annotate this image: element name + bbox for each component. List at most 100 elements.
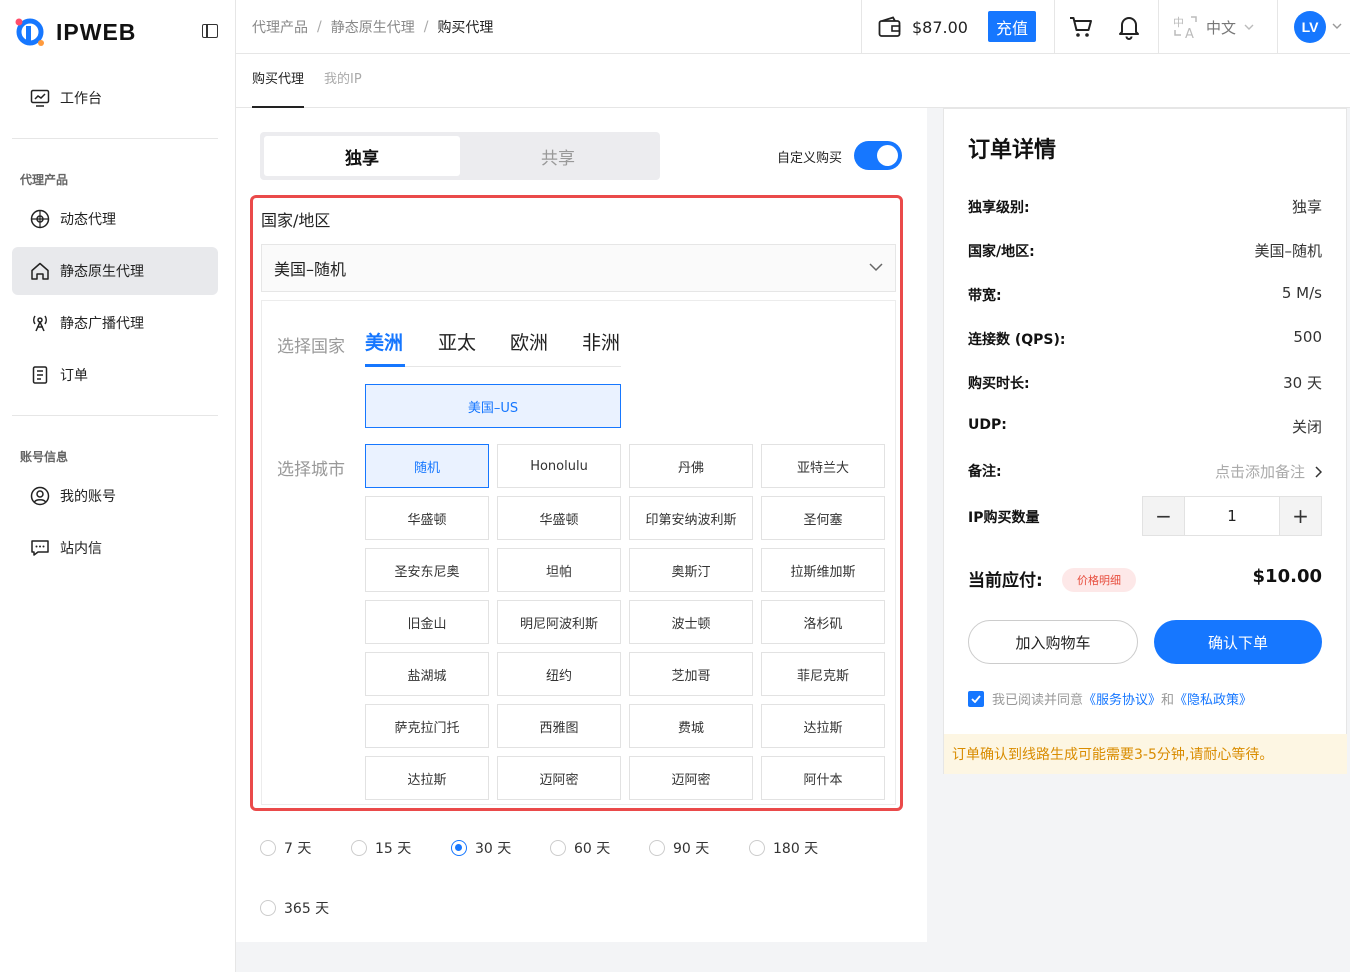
sidebar-item-workbench[interactable]: 工作台	[12, 74, 218, 122]
chevron-down-icon	[869, 263, 883, 272]
city-option[interactable]: 随机	[365, 444, 489, 488]
duration-option[interactable]: 7 天	[260, 838, 311, 858]
city-option[interactable]: 阿什本	[761, 756, 885, 800]
city-option[interactable]: 圣何塞	[761, 496, 885, 540]
sidebar-item-label: 静态广播代理	[60, 316, 144, 332]
sidebar-divider	[12, 415, 218, 416]
city-option[interactable]: 波士顿	[629, 600, 753, 644]
sub-tabs: 购买代理 我的IP	[236, 54, 1350, 108]
translate-icon: 中A	[1173, 16, 1197, 40]
city-option[interactable]: 印第安纳波利斯	[629, 496, 753, 540]
quantity-label: IP购买数量	[968, 510, 1040, 526]
city-option[interactable]: 西雅图	[497, 704, 621, 748]
breadcrumb-item[interactable]: 代理产品	[252, 17, 308, 37]
city-option[interactable]: 华盛顿	[365, 496, 489, 540]
sidebar-collapse-icon[interactable]	[202, 24, 218, 38]
country-option-us[interactable]: 美国–US	[365, 384, 621, 428]
region-select-value: 美国–随机	[274, 260, 347, 279]
city-option[interactable]: 洛杉矶	[761, 600, 885, 644]
duration-option[interactable]: 60 天	[550, 838, 610, 858]
sidebar-item-label: 站内信	[60, 541, 102, 557]
order-row-value: 关闭	[1291, 418, 1322, 436]
brand-logo[interactable]: IPWEB	[12, 14, 136, 50]
city-option[interactable]: 华盛顿	[497, 496, 621, 540]
decrement-button[interactable]: −	[1143, 497, 1184, 535]
sidebar-item-dynamic-proxy[interactable]: 动态代理	[12, 195, 218, 243]
bell-icon[interactable]	[1116, 14, 1142, 40]
add-note-link[interactable]: 点击添加备注	[1215, 461, 1322, 482]
city-option[interactable]: 奥斯汀	[629, 548, 753, 592]
monitor-icon	[30, 89, 50, 107]
city-option[interactable]: 盐湖城	[365, 652, 489, 696]
breadcrumb-item[interactable]: 静态原生代理	[331, 17, 415, 37]
agree-checkbox[interactable]	[968, 690, 984, 707]
wallet-icon	[878, 16, 901, 37]
duration-option[interactable]: 15 天	[351, 838, 411, 858]
tab-my-ip[interactable]: 我的IP	[324, 54, 362, 108]
order-row-value: 5 M/s	[1281, 284, 1322, 302]
message-icon	[31, 540, 49, 556]
add-to-cart-button[interactable]: 加入购物车	[968, 620, 1138, 664]
order-notice: 订单确认到线路生成可能需要3-5分钟,请耐心等待。	[944, 734, 1347, 774]
order-row-label: 连接数 (QPS):	[968, 332, 1066, 348]
region-select[interactable]: 美国–随机	[261, 244, 896, 292]
city-option[interactable]: 坦帕	[497, 548, 621, 592]
continent-tab-americas[interactable]: 美洲	[365, 328, 403, 355]
confirm-order-button[interactable]: 确认下单	[1154, 620, 1322, 664]
sidebar-item-static-broadcast-proxy[interactable]: 静态广播代理	[12, 299, 218, 347]
city-option[interactable]: 纽约	[497, 652, 621, 696]
sidebar-item-static-native-proxy[interactable]: 静态原生代理	[12, 247, 218, 295]
order-title: 订单详情	[968, 138, 1057, 163]
svg-text:A: A	[1185, 27, 1194, 40]
quantity-value[interactable]: 1	[1184, 497, 1280, 535]
city-option[interactable]: 萨克拉门托	[365, 704, 489, 748]
city-option[interactable]: 费城	[629, 704, 753, 748]
city-option[interactable]: 圣安东尼奥	[365, 548, 489, 592]
custom-buy-toggle[interactable]	[854, 141, 902, 170]
duration-label: 7 天	[284, 841, 312, 857]
agree-and: 和	[1161, 693, 1175, 708]
agree-text: 我已阅读并同意	[992, 693, 1084, 708]
duration-option[interactable]: 90 天	[649, 838, 709, 858]
sidebar-section-proxy: 代理产品	[20, 173, 69, 187]
city-option[interactable]: 迈阿密	[629, 756, 753, 800]
continent-tab-europe[interactable]: 欧洲	[510, 328, 548, 355]
tab-buy-proxy[interactable]: 购买代理	[252, 54, 305, 108]
city-option[interactable]: 拉斯维加斯	[761, 548, 885, 592]
order-row-label: 独享级别:	[968, 200, 1030, 216]
tab-shared[interactable]: 共享	[460, 136, 656, 176]
city-option[interactable]: 迈阿密	[497, 756, 621, 800]
city-option[interactable]: 丹佛	[629, 444, 753, 488]
continent-tab-africa[interactable]: 非洲	[582, 328, 620, 355]
chevron-down-icon[interactable]	[1332, 23, 1342, 29]
duration-option[interactable]: 180 天	[749, 838, 818, 858]
city-option[interactable]: 芝加哥	[629, 652, 753, 696]
privacy-policy-link[interactable]: 《隐私政策》	[1174, 689, 1252, 708]
sidebar-item-my-account[interactable]: 我的账号	[12, 472, 218, 520]
duration-option[interactable]: 30 天	[451, 838, 511, 858]
price-detail-badge[interactable]: 价格明细	[1062, 568, 1136, 592]
sidebar-item-orders[interactable]: 订单	[12, 351, 218, 399]
sidebar-item-messages[interactable]: 站内信	[12, 524, 218, 572]
language-switcher[interactable]: 中A 中文	[1172, 0, 1254, 54]
select-country-label: 选择国家	[277, 337, 345, 357]
duration-option[interactable]: 365 天	[260, 898, 329, 918]
city-option[interactable]: Honolulu	[497, 444, 621, 488]
cart-icon[interactable]	[1068, 14, 1094, 40]
avatar[interactable]: LV	[1294, 11, 1326, 43]
city-option[interactable]: 达拉斯	[365, 756, 489, 800]
city-option[interactable]: 菲尼克斯	[761, 652, 885, 696]
city-option[interactable]: 达拉斯	[761, 704, 885, 748]
radio-circle-icon	[550, 840, 566, 856]
continent-tab-asia-pacific[interactable]: 亚太	[438, 328, 476, 355]
note-label: 备注:	[968, 464, 1002, 480]
increment-button[interactable]: +	[1280, 497, 1321, 535]
balance: $87.00	[878, 0, 968, 54]
city-option[interactable]: 明尼阿波利斯	[497, 600, 621, 644]
city-option[interactable]: 旧金山	[365, 600, 489, 644]
service-agreement-link[interactable]: 《服务协议》	[1083, 689, 1161, 708]
recharge-button[interactable]: 充值	[988, 11, 1036, 42]
city-option[interactable]: 亚特兰大	[761, 444, 885, 488]
home-icon	[31, 262, 49, 280]
tab-exclusive[interactable]: 独享	[264, 136, 460, 176]
